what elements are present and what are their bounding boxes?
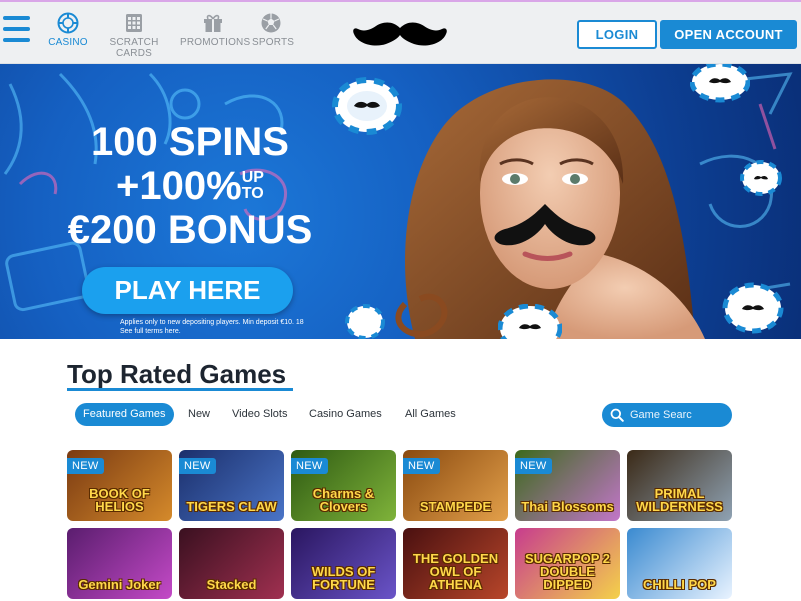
tab-new[interactable]: New — [188, 403, 210, 426]
login-button[interactable]: LOGIN — [577, 20, 657, 49]
casino-chip-decoration — [690, 64, 750, 103]
game-tile-name: STAMPEDE — [419, 499, 492, 514]
nav-scratch-cards[interactable]: SCRATCH CARDS — [94, 12, 174, 59]
game-tile-name: TIGERS CLAW — [186, 499, 277, 514]
hero-model-image — [395, 79, 705, 339]
football-icon — [261, 13, 281, 33]
game-tile-name: Gemini Joker — [78, 577, 161, 592]
hero-terms-line-1: Applies only to new depositing players. … — [120, 319, 304, 326]
casino-chip-icon — [57, 12, 79, 34]
search-input[interactable] — [630, 406, 726, 424]
nav-casino[interactable]: CASINO — [48, 12, 88, 48]
tab-all-games[interactable]: All Games — [405, 403, 456, 426]
game-tile[interactable]: CHILLI POP — [627, 528, 732, 599]
hero-terms-link[interactable]: See full terms here. — [120, 328, 181, 335]
gift-icon — [204, 14, 222, 32]
nav-casino-label: CASINO — [48, 37, 88, 48]
new-badge: NEW — [515, 458, 552, 474]
game-tile[interactable]: NEW BOOK OF HELIOS — [67, 450, 172, 521]
new-badge: NEW — [179, 458, 216, 474]
game-tile[interactable]: NEW TIGERS CLAW — [179, 450, 284, 521]
top-rated-games-title: Top Rated Games — [67, 359, 287, 389]
hero-headline: 100 SPINS +100%UP TO €200 BONUS — [40, 120, 340, 252]
hero-line-2-percent: +100% — [116, 164, 242, 208]
new-badge: NEW — [403, 458, 440, 474]
hero-terms: Applies only to new depositing players. … — [120, 318, 360, 336]
game-tile[interactable]: PRIMAL WILDERNESS — [627, 450, 732, 521]
hero-upto: UP TO — [242, 170, 264, 202]
game-tile-name: WILDS OF FORTUNE — [311, 564, 376, 592]
mustache-logo[interactable] — [352, 18, 448, 52]
hero-to: TO — [241, 185, 264, 202]
game-tile-name: CHILLI POP — [643, 577, 716, 592]
nav-scratch-cards-label: SCRATCH CARDS — [109, 37, 159, 59]
tab-featured-games[interactable]: Featured Games — [75, 403, 174, 426]
hero-up: UP — [241, 169, 264, 186]
game-tile[interactable]: Stacked — [179, 528, 284, 599]
game-search[interactable] — [602, 403, 732, 427]
casino-chip-decoration — [332, 77, 402, 135]
game-tile-name: BOOK OF HELIOS — [89, 486, 150, 514]
game-tile[interactable]: NEW Thai Blossoms — [515, 450, 620, 521]
tab-video-slots[interactable]: Video Slots — [232, 403, 287, 426]
game-tile-name: Stacked — [206, 577, 257, 592]
game-tile[interactable]: SUGARPOP 2 DOUBLE DIPPED — [515, 528, 620, 599]
hero-line-1: 100 SPINS — [91, 120, 289, 164]
hero-banner[interactable]: 100 SPINS +100%UP TO €200 BONUS PLAY HERE… — [0, 64, 801, 339]
game-tile-name: THE GOLDEN OWL OF ATHENA — [412, 551, 499, 592]
nav-sports-label: SPORTS — [252, 37, 295, 48]
open-account-button[interactable]: OPEN ACCOUNT — [660, 20, 797, 49]
hero-line-3: €200 BONUS — [67, 208, 313, 252]
game-tile[interactable]: THE GOLDEN OWL OF ATHENA — [403, 528, 508, 599]
game-tile-name: PRIMAL WILDERNESS — [636, 486, 723, 514]
game-tile[interactable]: WILDS OF FORTUNE — [291, 528, 396, 599]
play-here-button[interactable]: PLAY HERE — [82, 267, 293, 314]
title-underline — [67, 388, 293, 391]
casino-chip-decoration — [722, 282, 784, 334]
game-tile[interactable]: NEW Charms & Clovers — [291, 450, 396, 521]
new-badge: NEW — [67, 458, 104, 474]
tab-casino-games[interactable]: Casino Games — [309, 403, 382, 426]
game-tile-name: Thai Blossoms — [521, 499, 614, 514]
casino-chip-decoration — [498, 304, 562, 339]
new-badge: NEW — [291, 458, 328, 474]
nav-sports[interactable]: SPORTS — [252, 12, 294, 48]
game-tile-name: SUGARPOP 2 DOUBLE DIPPED — [524, 551, 610, 592]
menu-icon[interactable] — [3, 16, 30, 48]
search-icon — [610, 408, 624, 422]
game-tile-name: Charms & Clovers — [312, 486, 375, 514]
nav-promotions-label: PROMOTIONS — [180, 37, 251, 48]
casino-chip-decoration — [740, 160, 782, 196]
nav-promotions[interactable]: PROMOTIONS — [180, 12, 250, 48]
scratch-card-icon — [126, 14, 142, 32]
casino-chip-decoration — [345, 304, 385, 339]
game-tile[interactable]: NEW STAMPEDE — [403, 450, 508, 521]
hero-line-2: +100%UP TO — [40, 164, 340, 208]
site-header: CASINO SCRATCH CARDS PROMOTIONS SPORTS L… — [0, 2, 801, 64]
game-tile[interactable]: Gemini Joker — [67, 528, 172, 599]
